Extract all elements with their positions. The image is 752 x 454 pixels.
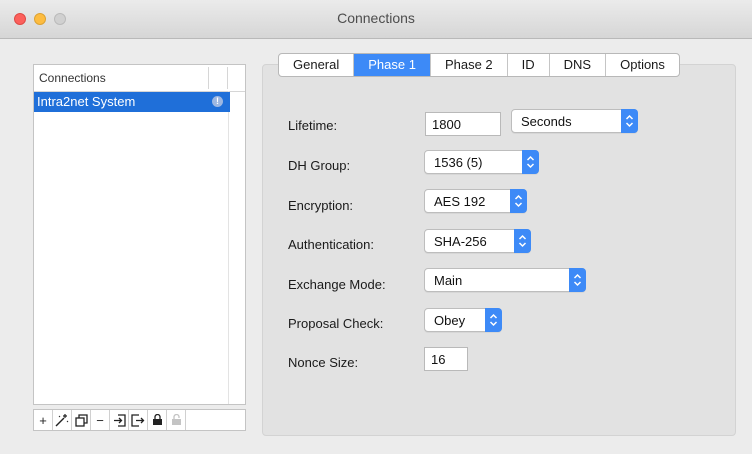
- tab-phase-2[interactable]: Phase 2: [431, 54, 508, 76]
- popup-chevron-icon: [485, 308, 502, 332]
- duplicate-icon[interactable]: [72, 410, 91, 430]
- add-connection-button[interactable]: +: [34, 410, 53, 430]
- authentication-value: SHA-256: [434, 234, 487, 249]
- list-item[interactable]: Intra2net System !: [34, 92, 230, 112]
- nonce-size-field[interactable]: 16: [424, 347, 468, 371]
- dh-group-value: 1536 (5): [434, 155, 483, 170]
- authentication-label: Authentication:: [288, 237, 375, 252]
- remove-connection-button[interactable]: −: [91, 410, 110, 430]
- list-toolbar: + −: [33, 409, 246, 431]
- lifetime-unit-popup[interactable]: Seconds: [511, 109, 638, 133]
- popup-chevron-icon: [569, 268, 586, 292]
- lifetime-label: Lifetime:: [288, 118, 338, 133]
- nonce-size-label: Nonce Size:: [288, 355, 359, 370]
- lock-icon[interactable]: [148, 410, 167, 430]
- connection-name: Intra2net System: [37, 94, 136, 109]
- authentication-popup[interactable]: SHA-256: [424, 229, 531, 253]
- proposal-check-popup[interactable]: Obey: [424, 308, 502, 332]
- wizard-icon[interactable]: [53, 410, 72, 430]
- proposal-check-label: Proposal Check:: [288, 316, 384, 331]
- tab-options[interactable]: Options: [606, 54, 679, 76]
- tab-bar: General Phase 1 Phase 2 ID DNS Options: [278, 53, 680, 77]
- encryption-label: Encryption:: [288, 198, 354, 213]
- tab-phase-1[interactable]: Phase 1: [354, 54, 431, 76]
- window-title: Connections: [337, 10, 415, 26]
- exchange-mode-value: Main: [434, 273, 463, 288]
- import-icon[interactable]: [110, 410, 129, 430]
- tab-id[interactable]: ID: [508, 54, 550, 76]
- dh-group-label: DH Group:: [288, 158, 351, 173]
- encryption-popup[interactable]: AES 192: [424, 189, 527, 213]
- connections-list-header: Connections: [34, 65, 245, 92]
- popup-chevron-icon: [514, 229, 531, 253]
- popup-chevron-icon: [522, 150, 539, 174]
- lifetime-unit-value: Seconds: [521, 114, 572, 129]
- exchange-mode-popup[interactable]: Main: [424, 268, 586, 292]
- connections-column-header[interactable]: Connections: [39, 71, 106, 85]
- popup-chevron-icon: [621, 109, 638, 133]
- column-divider: [227, 67, 228, 89]
- unlock-icon[interactable]: [167, 410, 186, 430]
- lifetime-field[interactable]: 1800: [425, 112, 501, 136]
- status-badge: !: [212, 96, 223, 107]
- popup-chevron-icon: [510, 189, 527, 213]
- exchange-mode-label: Exchange Mode:: [288, 277, 386, 292]
- column-divider: [208, 67, 209, 89]
- encryption-value: AES 192: [434, 194, 486, 209]
- title-bar: Connections: [0, 0, 752, 39]
- export-icon[interactable]: [129, 410, 148, 430]
- column-divider: [228, 91, 229, 404]
- dh-group-popup[interactable]: 1536 (5): [424, 150, 539, 174]
- tab-general[interactable]: General: [279, 54, 355, 76]
- connections-list[interactable]: Connections Intra2net System !: [33, 64, 246, 405]
- tab-dns[interactable]: DNS: [550, 54, 607, 76]
- proposal-check-value: Obey: [434, 313, 466, 328]
